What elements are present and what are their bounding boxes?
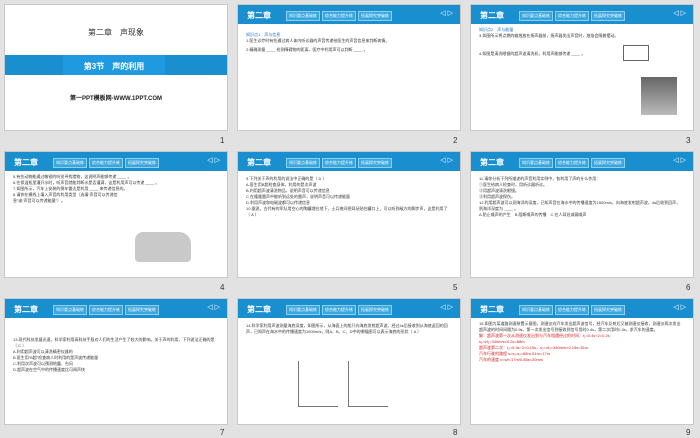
- tab-extension[interactable]: 拓展探究突破练: [591, 11, 625, 21]
- chapter-label: 第二章: [247, 11, 271, 20]
- slide-number-6: 6: [686, 283, 691, 292]
- tab-basic[interactable]: 知识要点基础练: [53, 305, 87, 315]
- option-text: D.超声波在空气中的传播速度比可闻声快: [13, 367, 85, 372]
- tab-comprehensive[interactable]: 综合能力提升练: [322, 305, 356, 315]
- question-text: 14.科学家利用声波测量海底深度，如图所示，从海面上的船只向海底发射超声波，经过…: [246, 323, 448, 334]
- slide-thumbnail-4[interactable]: 第二章 知识要点基础练 综合能力提升练 拓展探究突破练 ◁ ▷ 5.有些动物能通过敏…: [5, 152, 227, 277]
- question-text: 2.精确测量 ____ 检测障碍物的距离，医疗中利用声可以判断 ____ 。: [246, 47, 368, 52]
- nav-arrows-icon[interactable]: ◁ ▷: [440, 156, 453, 164]
- tab-comprehensive[interactable]: 综合能力提升练: [555, 305, 589, 315]
- slide-thumbnail-5[interactable]: 第二章 知识要点基础练 综合能力提升练 拓展探究突破练 ◁ ▷ 9.下列关于声的利用…: [238, 152, 460, 277]
- slide-number-5: 5: [453, 283, 458, 292]
- tab-basic[interactable]: 知识要点基础练: [286, 305, 320, 315]
- slide-number-2: 2: [453, 136, 458, 145]
- option-text: A.防止噪声的产生 B.阻断噪声的传播 C.在人耳处减弱噪声: [479, 212, 587, 217]
- tab-basic[interactable]: 知识要点基础练: [286, 11, 320, 21]
- slide-thumbnail-1[interactable]: 第二章 声现象 第3节 声的利用 第一PPT模板网-WWW.1PPT.COM: [5, 5, 227, 130]
- solution-text: 汽车的速度 v=s/t=17m/0.85s=20m/s: [479, 357, 543, 362]
- cleaner-photo: [641, 77, 677, 115]
- question-text: 12.利用超声波可以测海洋的深度，已知声音在海水中的传播速度为1500m/s，向…: [479, 200, 681, 211]
- tab-extension[interactable]: 拓展探究突破练: [125, 305, 159, 315]
- chapter-label: 第二章: [247, 158, 271, 167]
- speaker-candle-image: [623, 45, 649, 61]
- chapter-title: 第二章 声现象: [88, 28, 144, 37]
- tab-extension[interactable]: 拓展探究突破练: [591, 158, 625, 168]
- tab-basic[interactable]: 知识要点基础练: [519, 305, 553, 315]
- chapter-label: 第二章: [480, 305, 504, 314]
- question-text: 10.据说，古代有的军队用空心的陶罐埋在地下，士兵夜间把耳朵贴在罐口上，可以听到…: [246, 206, 448, 217]
- slide-thumbnail-3[interactable]: 第二章 知识要点基础练 综合能力提升练 拓展探究突破练 ◁ ▷ 知识点2 声与能量 …: [471, 5, 693, 130]
- slide-thumbnail-2[interactable]: 第二章 知识要点基础练 综合能力提升练 拓展探究突破练 ◁ ▷ 知识点1 声与信息 …: [238, 5, 460, 130]
- slide-thumbnail-7[interactable]: 第二章 知识要点基础练 综合能力提升练 拓展探究突破练 ◁ ▷ 13.现代科技发展迅…: [5, 299, 227, 424]
- tab-extension[interactable]: 拓展探究突破练: [358, 305, 392, 315]
- chapter-label: 第二章: [247, 305, 271, 314]
- tab-comprehensive[interactable]: 综合能力提升练: [89, 305, 123, 315]
- car-image: [135, 232, 191, 262]
- question-text: 4.如图是清洗眼镜的超声波清洗机，利用声能够传递 ____ 。: [479, 51, 586, 56]
- website-text: 第一PPT模板网-WWW.1PPT.COM: [70, 96, 162, 102]
- seabed-figure-a: [298, 361, 338, 407]
- nav-arrows-icon[interactable]: ◁ ▷: [673, 303, 686, 311]
- chapter-label: 第二章: [14, 158, 38, 167]
- tab-comprehensive[interactable]: 综合能力提升练: [555, 158, 589, 168]
- slide-number-7: 7: [220, 428, 225, 437]
- tab-basic[interactable]: 知识要点基础练: [519, 11, 553, 21]
- slide-number-9: 9: [686, 428, 691, 437]
- tab-extension[interactable]: 拓展探究突破练: [125, 158, 159, 168]
- chapter-label: 第二章: [480, 11, 504, 20]
- slide-number-1: 1: [220, 136, 225, 145]
- chapter-label: 第二章: [480, 158, 504, 167]
- tab-comprehensive[interactable]: 综合能力提升练: [322, 11, 356, 21]
- nav-arrows-icon[interactable]: ◁ ▷: [673, 9, 686, 17]
- tab-basic[interactable]: 知识要点基础练: [286, 158, 320, 168]
- nav-arrows-icon[interactable]: ◁ ▷: [207, 156, 220, 164]
- tab-extension[interactable]: 拓展探究突破练: [591, 305, 625, 315]
- question-text: 8.请你在横线上填入声音的利用类型（选填“声音可以传递信息”或“声音可以传递能量…: [13, 192, 118, 203]
- question-text: 13.现代科技发展迅速，科学家利用高科技手段对人们的生活产生了较大的影响。关于声…: [13, 337, 215, 348]
- tab-extension[interactable]: 拓展探究突破练: [358, 158, 392, 168]
- tab-extension[interactable]: 拓展探究突破练: [358, 11, 392, 21]
- question-text: 1.医生诊疗时有些通过病人体内听诊器的声音传递给医生的声音信息来判断病情。: [246, 38, 390, 43]
- slide-number-3: 3: [686, 136, 691, 145]
- nav-arrows-icon[interactable]: ◁ ▷: [440, 9, 453, 17]
- question-text: 15.如图为某道路测速装置示意图，测速仪向汽车发出超声波信号，经汽车反射后又被测…: [479, 321, 681, 332]
- slide-thumbnail-8[interactable]: 第二章 知识要点基础练 综合能力提升练 拓展探究突破练 ◁ ▷ 14.科学家利用声波…: [238, 299, 460, 424]
- tab-comprehensive[interactable]: 综合能力提升练: [89, 158, 123, 168]
- tab-basic[interactable]: 知识要点基础练: [519, 158, 553, 168]
- tab-comprehensive[interactable]: 综合能力提升练: [555, 11, 589, 21]
- nav-arrows-icon[interactable]: ◁ ▷: [673, 156, 686, 164]
- tab-comprehensive[interactable]: 综合能力提升练: [322, 158, 356, 168]
- slide-thumbnail-6[interactable]: 第二章 知识要点基础练 综合能力提升练 拓展探究突破练 ◁ ▷ 11.请你分析下列所…: [471, 152, 693, 277]
- slide-thumbnail-9[interactable]: 第二章 知识要点基础练 综合能力提升练 拓展探究突破练 ◁ ▷ 15.如图为某道路测…: [471, 299, 693, 424]
- nav-arrows-icon[interactable]: ◁ ▷: [207, 303, 220, 311]
- section-title: 第3节 声的利用: [83, 62, 145, 71]
- slide-number-8: 8: [453, 428, 458, 437]
- nav-arrows-icon[interactable]: ◁ ▷: [440, 303, 453, 311]
- chapter-label: 第二章: [14, 305, 38, 314]
- seabed-figure-b: [348, 361, 388, 407]
- slide-number-4: 4: [220, 283, 225, 292]
- tab-basic[interactable]: 知识要点基础练: [53, 158, 87, 168]
- question-text: 3.如图所示将点燃的蜡烛放在扬声器前，扬声器发出声音时，烛焰会随着摆动。: [479, 33, 619, 38]
